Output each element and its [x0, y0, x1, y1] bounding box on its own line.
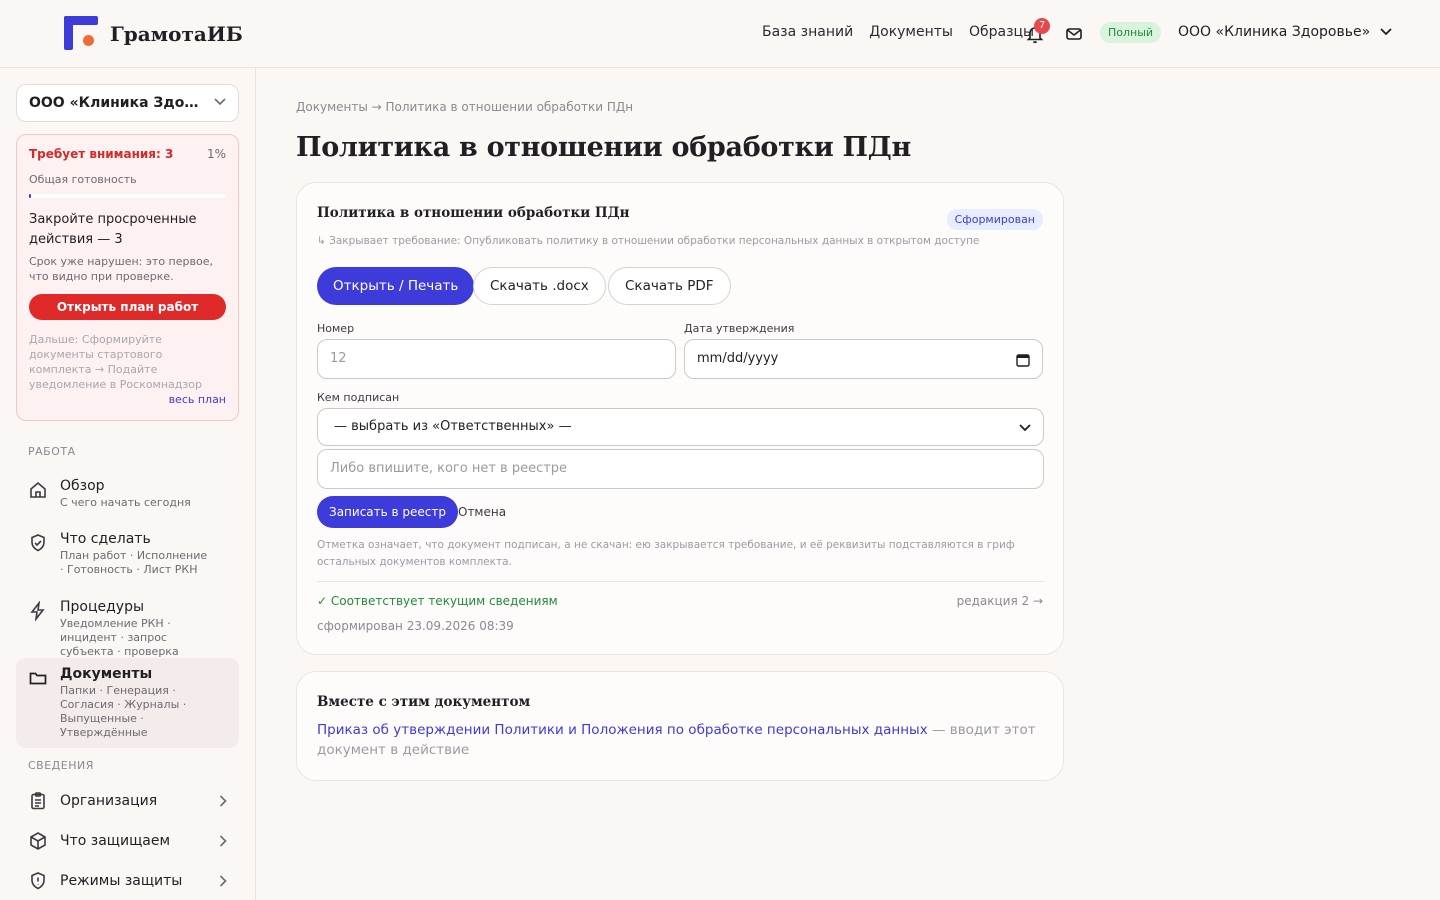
sidebar-item-sub: Папки · Генерация · Согласия · Журналы ·…: [60, 684, 187, 739]
notification-badge: 7: [1034, 18, 1050, 34]
section-label-info: СВЕДЕНИЯ: [28, 759, 94, 772]
open-print-button[interactable]: Открыть / Печать: [317, 267, 475, 305]
sidebar-item-organization[interactable]: Организация: [16, 782, 239, 820]
readiness-label: Общая готовность: [29, 173, 137, 186]
approval-date-field[interactable]: mm/dd/yyyy: [684, 339, 1043, 379]
attention-heading: Закройте просроченные действия — 3: [29, 212, 197, 247]
nav-link-documents[interactable]: Документы: [869, 24, 953, 40]
lightning-icon: [30, 601, 45, 621]
sidebar-item-label: Что защищаем: [60, 833, 171, 849]
mail-icon[interactable]: [1064, 24, 1084, 44]
revision-link[interactable]: редакция 2 →: [957, 594, 1043, 608]
chevron-down-icon: [1019, 424, 1031, 432]
shield-alert-icon: [31, 872, 45, 890]
sidebar-item-label: Организация: [60, 793, 158, 809]
document-card: Политика в отношении обработки ПДн Сформ…: [296, 182, 1064, 655]
page-title: Политика в отношении обработки ПДн: [296, 132, 911, 163]
whole-plan-link[interactable]: весь план: [169, 393, 226, 406]
plan-badge: Полный: [1100, 22, 1162, 43]
signed-by-select-value: — выбрать из «Ответственных» —: [334, 419, 572, 434]
generated-timestamp: сформирован 23.09.2026 08:39: [317, 619, 514, 633]
top-nav: База знаний Документы Образцы: [762, 24, 1050, 40]
attention-title: Требует внимания: 3: [29, 147, 174, 161]
divider: [317, 581, 1044, 582]
sidebar: ООО «Клиника Здоровье» Требует внимания:…: [0, 68, 256, 900]
readiness-progress-bar: [29, 194, 226, 198]
breadcrumb[interactable]: Документы → Политика в отношении обработ…: [296, 100, 633, 114]
signed-by-label: Кем подписан: [317, 391, 400, 404]
related-item: Приказ об утверждении Политики и Положен…: [317, 720, 1045, 760]
chevron-right-icon: [219, 835, 227, 847]
download-docx-button[interactable]: Скачать .docx: [473, 267, 606, 305]
chevron-down-icon: [1380, 28, 1392, 36]
sidebar-item-protection-modes[interactable]: Режимы защиты: [16, 862, 239, 900]
nav-link-knowledge-base[interactable]: База знаний: [762, 24, 853, 40]
number-field[interactable]: 12: [317, 339, 676, 379]
calendar-icon[interactable]: [1016, 353, 1030, 367]
sidebar-item-label: Что сделать: [60, 531, 151, 547]
box-icon: [30, 832, 46, 850]
sidebar-item-todo[interactable]: Что сделать План работ · Исполнение · Го…: [16, 523, 239, 585]
conformity-status: ✓ Соответствует текущим сведениям: [317, 594, 558, 608]
org-name: ООО «Клиника Здоровье»: [1178, 24, 1371, 40]
sidebar-item-procedures[interactable]: Процедуры Уведомление РКН · инцидент · з…: [16, 591, 239, 667]
shield-check-icon: [31, 534, 45, 552]
folder-icon: [29, 672, 47, 685]
attention-description: Срок уже нарушен: это первое, что видно …: [29, 255, 213, 283]
sidebar-item-documents[interactable]: Документы Папки · Генерация · Согласия ·…: [16, 658, 239, 748]
chevron-right-icon: [219, 795, 227, 807]
related-documents-card: Вместе с этим документом Приказ об утвер…: [296, 671, 1064, 781]
sidebar-item-sub: План работ · Исполнение · Готовность · Л…: [60, 549, 208, 576]
org-select[interactable]: ООО «Клиника Здоровье»: [16, 84, 239, 122]
clipboard-icon: [31, 792, 45, 810]
sidebar-item-sub: Уведомление РКН · инцидент · запрос субъ…: [60, 617, 179, 658]
brand-name: ГрамотаИБ: [110, 22, 243, 46]
org-select-value: ООО «Клиника Здоровье»: [29, 95, 201, 111]
open-work-plan-button[interactable]: Открыть план работ: [29, 294, 226, 320]
logo-icon: [64, 16, 100, 52]
download-pdf-button[interactable]: Скачать PDF: [608, 267, 731, 305]
chevron-right-icon: [219, 875, 227, 887]
sidebar-item-overview[interactable]: Обзор С чего начать сегодня: [16, 470, 239, 518]
sidebar-item-label: Режимы защиты: [60, 873, 183, 889]
closes-requirement: ↳ Закрывает требование: Опубликовать пол…: [317, 235, 980, 247]
logo[interactable]: ГрамотаИБ: [64, 16, 243, 52]
top-bar: ГрамотаИБ База знаний Документы Образцы …: [0, 0, 1440, 68]
sidebar-item-label: Документы: [60, 666, 153, 682]
attention-panel: Требует внимания: 3 1% Общая готовность …: [16, 134, 239, 421]
number-label: Номер: [317, 322, 355, 335]
section-label-work: РАБОТА: [28, 445, 76, 458]
signed-by-custom-input[interactable]: Либо впишите, кого нет в реестре: [317, 449, 1044, 489]
status-badge: Сформирован: [946, 209, 1043, 230]
save-to-registry-button[interactable]: Записать в реестр: [317, 496, 458, 528]
sidebar-item-protected-assets[interactable]: Что защищаем: [16, 822, 239, 860]
org-switcher[interactable]: ООО «Клиника Здоровье»: [1178, 24, 1392, 40]
sidebar-item-sub: С чего начать сегодня: [60, 496, 191, 509]
cancel-button[interactable]: Отмена: [458, 505, 506, 519]
document-title: Политика в отношении обработки ПДн: [317, 205, 630, 221]
signed-by-select[interactable]: — выбрать из «Ответственных» —: [317, 408, 1044, 446]
related-document-link[interactable]: Приказ об утверждении Политики и Положен…: [317, 722, 928, 738]
approval-date-label: Дата утверждения: [684, 322, 795, 335]
sidebar-item-label: Обзор: [60, 478, 105, 494]
related-title: Вместе с этим документом: [317, 694, 531, 710]
sidebar-item-label: Процедуры: [60, 599, 145, 615]
readiness-percent: 1%: [206, 147, 226, 161]
date-placeholder: mm/dd/yyyy: [697, 351, 779, 366]
home-icon: [30, 481, 46, 498]
chevron-down-icon: [214, 98, 226, 106]
attention-next-steps: Дальше: Сформируйте документы стартового…: [29, 333, 202, 391]
signing-note: Отметка означает, что документ подписан,…: [317, 539, 1015, 568]
